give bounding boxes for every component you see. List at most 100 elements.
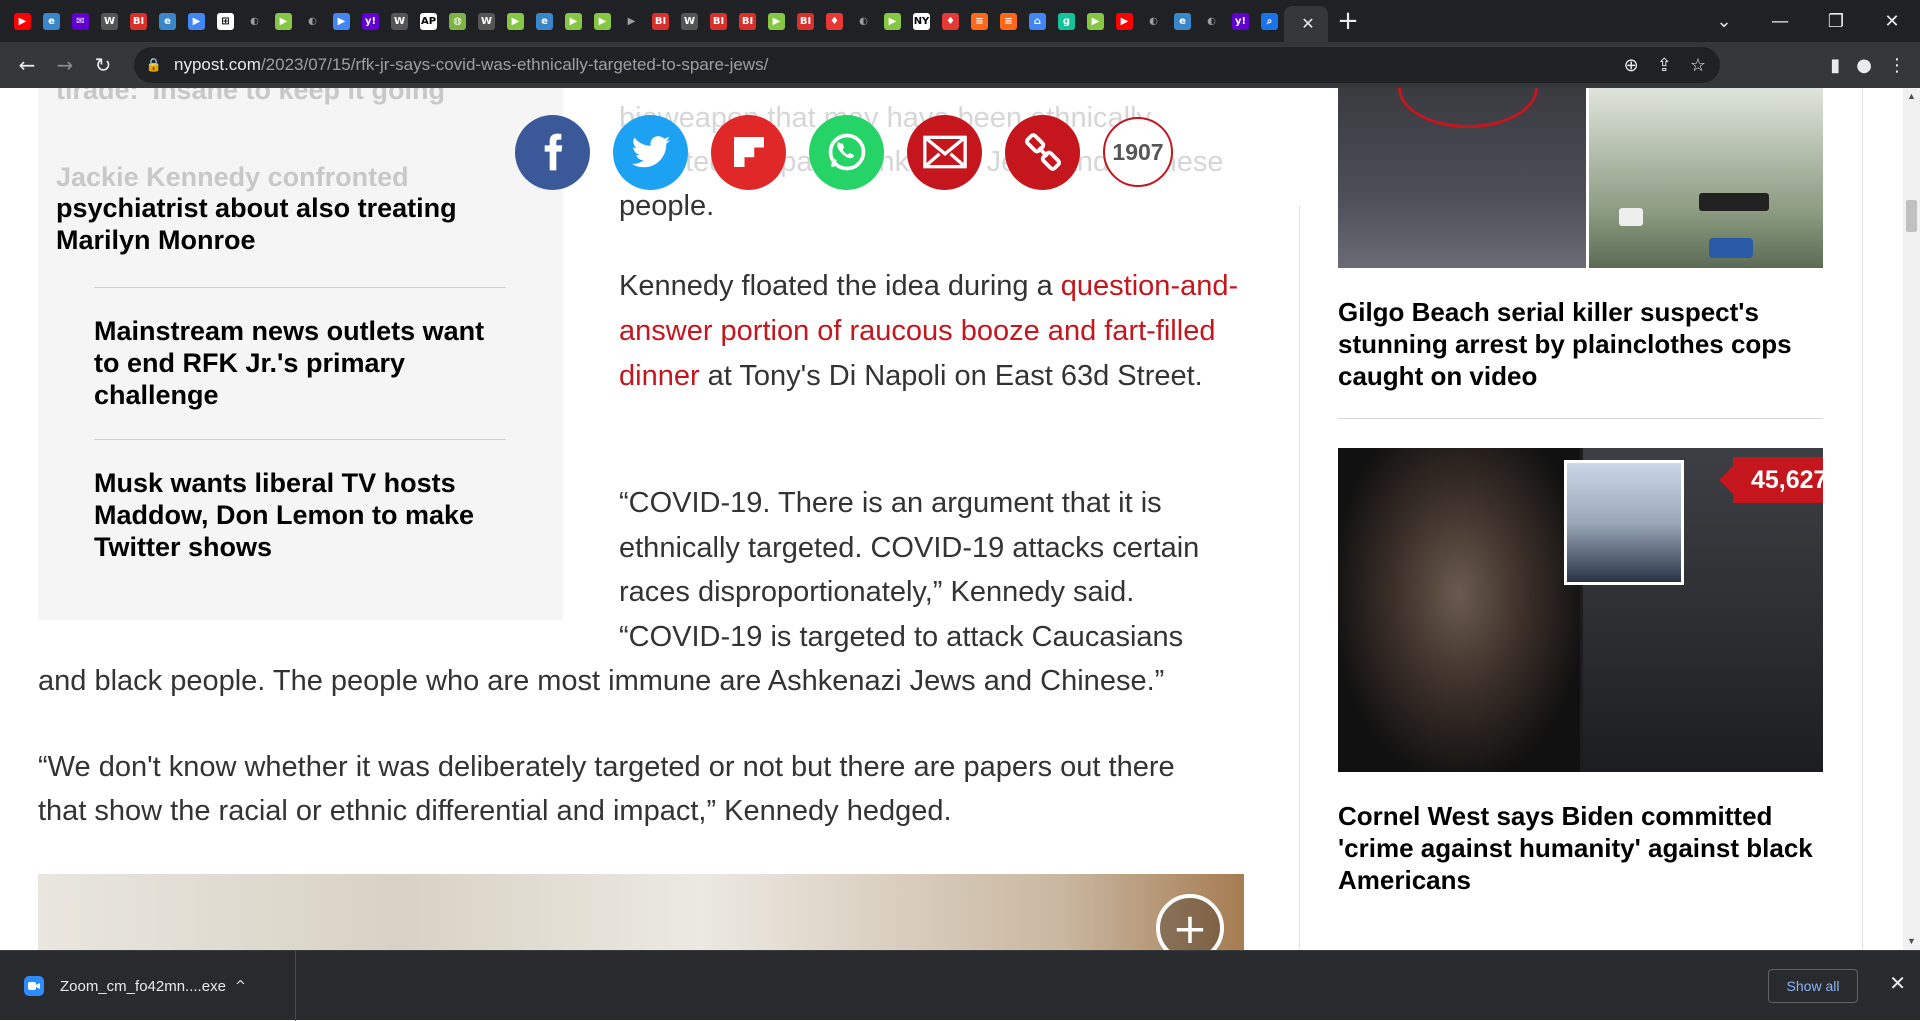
flipboard-share-button[interactable] [711, 114, 786, 190]
tab-strip: ▶ e ✉ W BI e ▶ ⊞ ◐ ▶ ◐ ▶ y! W AP ◍ W ▶ e ▶ ▶ ▶ BI W BI BI ▶ BI ♦ ◐ ▶ NY… [0, 0, 1920, 42]
browser-tab[interactable]: W [675, 5, 704, 37]
share-icon[interactable]: ⇪ [1657, 55, 1672, 76]
restore-icon[interactable]: ❐ [1808, 11, 1864, 32]
browser-tab[interactable]: e [1168, 5, 1197, 37]
expand-plus-icon[interactable]: + [1156, 894, 1224, 950]
browser-tab[interactable]: ◐ [240, 5, 269, 37]
show-all-button[interactable]: Show all [1768, 969, 1858, 1003]
view-count-badge: 45,627 [1718, 457, 1823, 503]
car-shape [1619, 208, 1643, 226]
menu-kebab-icon[interactable]: ⋮ [1888, 55, 1906, 76]
bookmark-star-icon[interactable]: ☆ [1690, 55, 1706, 76]
browser-tab[interactable]: e [37, 5, 66, 37]
page-scrollbar[interactable]: ▲ ▼ [1903, 88, 1920, 950]
download-item[interactable]: Zoom_cm_fo42mn....exe ^ [0, 951, 296, 1021]
tab-search-icon[interactable]: ⌄ [1696, 11, 1752, 32]
browser-tab[interactable]: ◐ [298, 5, 327, 37]
related-item[interactable]: Jackie Kennedy confronted [56, 161, 476, 193]
browser-tab[interactable]: ≡ [994, 5, 1023, 37]
browser-tab[interactable]: y! [1226, 5, 1255, 37]
cornel-west-thumbnail[interactable]: 45,627 [1338, 448, 1823, 772]
browser-tab[interactable]: ⊞ [211, 5, 240, 37]
email-share-button[interactable] [907, 114, 982, 190]
substack-icon: ≡ [971, 12, 988, 30]
browser-tab[interactable]: W [385, 5, 414, 37]
browser-tab[interactable]: ▶ [501, 5, 530, 37]
gilgo-beach-thumbnail[interactable] [1338, 88, 1823, 268]
browser-tab[interactable]: ▶ [327, 5, 356, 37]
globe-icon: ◐ [250, 15, 259, 27]
copy-link-button[interactable] [1005, 114, 1080, 190]
comments-count-badge[interactable]: 1907 [1103, 117, 1173, 187]
related-item[interactable]: Musk wants liberal TV hosts Maddow, Don … [94, 467, 514, 563]
browser-tab[interactable]: ▶ [8, 5, 37, 37]
browser-tab[interactable]: ▶ [1081, 5, 1110, 37]
browser-tab[interactable]: ⌕ [1255, 5, 1284, 37]
browser-tab[interactable]: W [95, 5, 124, 37]
globe-icon: ◍ [449, 12, 466, 30]
browser-tab[interactable]: ▶ [559, 5, 588, 37]
related-item[interactable]: tirade: 'Insane to keep it going' [56, 88, 476, 106]
facebook-share-button[interactable] [515, 114, 590, 190]
scroll-up-icon[interactable]: ▲ [1903, 88, 1920, 105]
globe-icon: ◐ [859, 15, 868, 27]
globe-icon: ◐ [1207, 15, 1216, 27]
reload-icon[interactable]: ↻ [84, 46, 122, 84]
browser-tab[interactable]: ◐ [1139, 5, 1168, 37]
browser-tab[interactable]: ▶ [1110, 5, 1139, 37]
browser-tab[interactable]: e [153, 5, 182, 37]
related-item[interactable]: psychiatrist about also treating Marilyn… [56, 192, 476, 256]
whatsapp-share-button[interactable] [809, 114, 884, 190]
related-item[interactable]: Mainstream news outlets want to end RFK … [94, 315, 514, 411]
sidebar-headline-2[interactable]: Cornel West says Biden committed 'crime … [1338, 800, 1828, 896]
link-icon [1024, 133, 1061, 171]
browser-tab[interactable]: BI [791, 5, 820, 37]
twitter-share-button[interactable] [613, 114, 688, 190]
browser-tab[interactable]: ♦ [936, 5, 965, 37]
side-panel-icon[interactable]: ▮ [1830, 55, 1840, 76]
minimize-icon[interactable]: — [1752, 11, 1808, 32]
browser-tab[interactable]: ✉ [66, 5, 95, 37]
browser-tab[interactable]: ◐ [1197, 5, 1226, 37]
browser-tab[interactable]: ▶ [762, 5, 791, 37]
browser-tab[interactable]: ◍ [443, 5, 472, 37]
zoom-icon[interactable]: ⊕ [1624, 55, 1639, 76]
lock-icon[interactable]: 🔒 [134, 57, 174, 73]
new-tab-button[interactable]: + [1328, 6, 1368, 36]
car-shape [1699, 193, 1769, 211]
sidebar-headline-1[interactable]: Gilgo Beach serial killer suspect's stun… [1338, 296, 1828, 392]
paragraph-text: at Tony's Di Napoli on East 63d Street. [699, 360, 1203, 392]
browser-tab[interactable]: ▶ [182, 5, 211, 37]
scroll-down-icon[interactable]: ▼ [1903, 933, 1920, 950]
browser-tab[interactable]: ▶ [878, 5, 907, 37]
browser-tab[interactable]: ▶ [269, 5, 298, 37]
active-tab[interactable]: ✕ [1284, 6, 1328, 42]
browser-tab[interactable]: y! [356, 5, 385, 37]
browser-tab[interactable]: AP [414, 5, 443, 37]
browser-tab[interactable]: BI [646, 5, 675, 37]
browser-tab[interactable]: ▶ [617, 5, 646, 37]
chevron-up-icon[interactable]: ^ [235, 979, 246, 994]
browser-tab[interactable]: BI [733, 5, 762, 37]
browser-tab[interactable]: ⌂ [1023, 5, 1052, 37]
browser-tab[interactable]: ▶ [588, 5, 617, 37]
close-tab-icon[interactable]: ✕ [1301, 14, 1314, 34]
scroll-thumb[interactable] [1906, 200, 1917, 232]
forward-arrow-icon[interactable]: → [46, 46, 84, 84]
browser-tab[interactable]: ≡ [965, 5, 994, 37]
browser-tab[interactable]: e [530, 5, 559, 37]
browser-tab[interactable]: g [1052, 5, 1081, 37]
profile-icon[interactable]: ● [1856, 55, 1872, 76]
url-text[interactable]: nypost.com/2023/07/15/rfk-jr-says-covid-… [174, 55, 768, 75]
address-bar[interactable]: 🔒 nypost.com/2023/07/15/rfk-jr-says-covi… [134, 47, 1720, 83]
browser-tab[interactable]: BI [124, 5, 153, 37]
browser-tab[interactable]: NY [907, 5, 936, 37]
close-window-icon[interactable]: ✕ [1864, 11, 1920, 32]
browser-tab[interactable]: ♦ [820, 5, 849, 37]
back-arrow-icon[interactable]: ← [8, 46, 46, 84]
close-icon[interactable]: ✕ [1889, 971, 1906, 995]
browser-tab[interactable]: W [472, 5, 501, 37]
article-image[interactable]: + [38, 874, 1244, 950]
browser-tab[interactable]: BI [704, 5, 733, 37]
browser-tab[interactable]: ◐ [849, 5, 878, 37]
